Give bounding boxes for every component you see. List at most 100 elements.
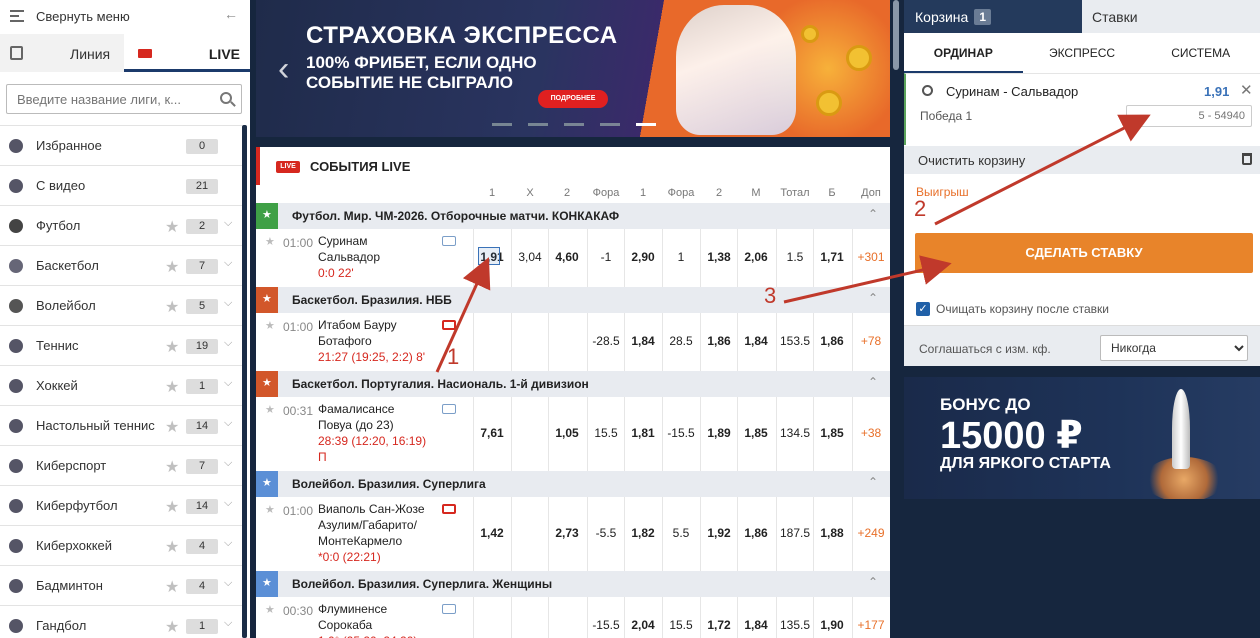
tab-single[interactable]: ОРДИНАР <box>904 33 1023 73</box>
odd-cell[interactable]: 1,85 <box>737 426 775 440</box>
sidebar-item-sport[interactable]: Хоккей ★ 1 ⌵ <box>0 365 242 405</box>
odd-cell[interactable]: 1.5 <box>776 250 814 264</box>
banner-dot[interactable] <box>564 123 584 126</box>
favorite-star-icon[interactable]: ★ <box>165 257 179 277</box>
make-bet-button[interactable]: СДЕЛАТЬ СТАВКУ <box>915 233 1253 273</box>
odd-cell[interactable]: 28.5 <box>662 334 700 348</box>
favorite-star-icon[interactable]: ★ <box>165 617 179 637</box>
odd-cell[interactable]: 1,38 <box>700 250 738 264</box>
sidebar-item-sport[interactable]: Теннис ★ 19 ⌵ <box>0 325 242 365</box>
video-icon[interactable] <box>442 320 456 330</box>
back-arrow-icon[interactable]: ← <box>224 6 238 22</box>
match-row[interactable]: ★ 01:00 Суринам Сальвадор 0:0 22' 1,91 3,04 4,6… <box>256 229 890 287</box>
favorite-star-icon[interactable]: ★ <box>165 577 179 597</box>
favorite-star-icon[interactable]: ★ <box>165 537 179 557</box>
odd-cell[interactable]: -1 <box>587 250 625 264</box>
tab-express[interactable]: ЭКСПРЕСС <box>1023 33 1142 73</box>
banner-dot[interactable] <box>492 123 512 126</box>
clear-after-checkbox[interactable]: ✓ <box>916 302 930 316</box>
more-markets-link[interactable]: +301 <box>852 250 890 264</box>
match-teams[interactable]: Суринам Сальвадор 0:0 22' <box>318 233 380 281</box>
match-teams[interactable]: Виаполь Сан-Жозе Азулим/Габарито/МонтеКар… <box>318 501 425 565</box>
tab-cart[interactable]: Корзина 1 <box>904 0 1082 33</box>
odd-cell[interactable]: 5.5 <box>662 526 700 540</box>
chevron-down-icon[interactable]: ⌵ <box>224 217 232 230</box>
odd-cell[interactable]: 1,84 <box>624 334 662 348</box>
sidebar-item-sport[interactable]: Гандбол ★ 1 ⌵ <box>0 605 242 638</box>
sidebar-item-sport[interactable]: Киберхоккей ★ 4 ⌵ <box>0 525 242 565</box>
favorite-star-icon[interactable]: ★ <box>265 235 275 248</box>
banner-dot[interactable] <box>528 123 548 126</box>
odd-cell[interactable]: 135.5 <box>776 618 814 632</box>
odd-cell[interactable]: 153.5 <box>776 334 814 348</box>
stats-icon[interactable] <box>442 404 456 414</box>
favorite-star-icon[interactable]: ★ <box>265 403 275 416</box>
favorite-star-icon[interactable]: ★ <box>165 457 179 477</box>
favorite-star-icon[interactable]: ★ <box>165 337 179 357</box>
league-search-input[interactable] <box>7 91 207 107</box>
chevron-down-icon[interactable]: ⌵ <box>224 577 232 590</box>
close-icon[interactable]: ✕ <box>1240 81 1253 99</box>
trash-icon[interactable] <box>1242 153 1252 165</box>
sidebar-item-sport[interactable]: С видео 21 <box>0 165 242 205</box>
league-header[interactable]: Волейбол. Бразилия. Суперлига. Женщины ⌃ <box>256 571 890 597</box>
chevron-down-icon[interactable]: ⌵ <box>224 497 232 510</box>
tab-system[interactable]: СИСТЕМА <box>1141 33 1260 73</box>
odd-cell[interactable]: -15.5 <box>587 618 625 632</box>
odd-cell[interactable]: 1,88 <box>813 526 851 540</box>
more-markets-link[interactable]: +38 <box>852 426 890 440</box>
favorite-star-icon[interactable]: ★ <box>265 503 275 516</box>
odd-cell[interactable]: 1,86 <box>813 334 851 348</box>
odd-cell[interactable]: 187.5 <box>776 526 814 540</box>
odd-cell[interactable]: 4,60 <box>548 250 586 264</box>
odd-cell[interactable]: 2,90 <box>624 250 662 264</box>
odd-cell[interactable]: 1,92 <box>700 526 738 540</box>
favorite-star-icon[interactable]: ★ <box>165 217 179 237</box>
odd-cell[interactable]: 1,71 <box>813 250 851 264</box>
match-teams[interactable]: Флуминенсе Сорокаба1:0* (25:20, 24:20) <box>318 601 417 638</box>
chevron-down-icon[interactable]: ⌵ <box>224 337 232 350</box>
odd-cell[interactable]: 15.5 <box>587 426 625 440</box>
match-row[interactable]: ★ 00:31 Фамалисансе Повуа (до 23) 28:39 (12:… <box>256 397 890 471</box>
odd-cell[interactable]: -5.5 <box>587 526 625 540</box>
odd-cell[interactable]: 1 <box>662 250 700 264</box>
stats-icon[interactable] <box>442 604 456 614</box>
match-row[interactable]: ★ 01:00 Итабом Бауру Ботафого 21:27 (19:25, … <box>256 313 890 371</box>
sidebar-scrollbar[interactable] <box>242 125 247 638</box>
chevron-down-icon[interactable]: ⌵ <box>224 537 232 550</box>
chevron-up-icon[interactable]: ⌃ <box>868 375 882 389</box>
tab-line[interactable]: Линия <box>0 34 124 72</box>
odd-cell[interactable]: 3,04 <box>511 250 549 264</box>
sidebar-item-sport[interactable]: Киберспорт ★ 7 ⌵ <box>0 445 242 485</box>
odd-cell[interactable]: 1,86 <box>700 334 738 348</box>
promo-banner[interactable]: ‹ СТРАХОВКА ЭКСПРЕССА 100% ФРИБЕТ, ЕСЛИ … <box>256 0 890 137</box>
odd-cell[interactable]: 2,04 <box>624 618 662 632</box>
stake-input[interactable] <box>1126 105 1252 127</box>
sidebar-item-sport[interactable]: Футбол ★ 2 ⌵ <box>0 205 242 245</box>
odd-cell[interactable]: 134.5 <box>776 426 814 440</box>
league-header[interactable]: Футбол. Мир. ЧМ-2026. Отборочные матчи. … <box>256 203 890 229</box>
sidebar-item-sport[interactable]: Киберфутбол ★ 14 ⌵ <box>0 485 242 525</box>
banner-dot[interactable] <box>600 123 620 126</box>
chevron-down-icon[interactable]: ⌵ <box>224 297 232 310</box>
favorite-star-icon[interactable]: ★ <box>265 319 275 332</box>
chevron-down-icon[interactable]: ⌵ <box>224 617 232 630</box>
sidebar-item-sport[interactable]: Баскетбол ★ 7 ⌵ <box>0 245 242 285</box>
odd-cell[interactable]: 1,85 <box>813 426 851 440</box>
odd-cell[interactable]: 1,90 <box>813 618 851 632</box>
odds-change-select[interactable]: Никогда <box>1100 335 1248 361</box>
banner-more-button[interactable]: ПОДРОБНЕЕ <box>538 90 608 108</box>
odd-cell[interactable]: 15.5 <box>662 618 700 632</box>
tab-bets[interactable]: Ставки <box>1082 0 1260 33</box>
odd-cell[interactable]: 1,84 <box>737 618 775 632</box>
more-markets-link[interactable]: +177 <box>852 618 890 632</box>
chevron-up-icon[interactable]: ⌃ <box>868 291 882 305</box>
favorite-star-icon[interactable]: ★ <box>165 297 179 317</box>
match-row[interactable]: ★ 00:30 Флуминенсе Сорокаба1:0* (25:20, 24:… <box>256 597 890 638</box>
odd-cell[interactable]: 1,05 <box>548 426 586 440</box>
chevron-left-icon[interactable]: ‹ <box>278 50 289 89</box>
chevron-up-icon[interactable]: ⌃ <box>868 207 882 221</box>
sidebar-item-sport[interactable]: Бадминтон ★ 4 ⌵ <box>0 565 242 605</box>
odd-cell[interactable]: 7,61 <box>473 426 511 440</box>
collapse-menu[interactable]: Свернуть меню ← <box>0 0 250 32</box>
